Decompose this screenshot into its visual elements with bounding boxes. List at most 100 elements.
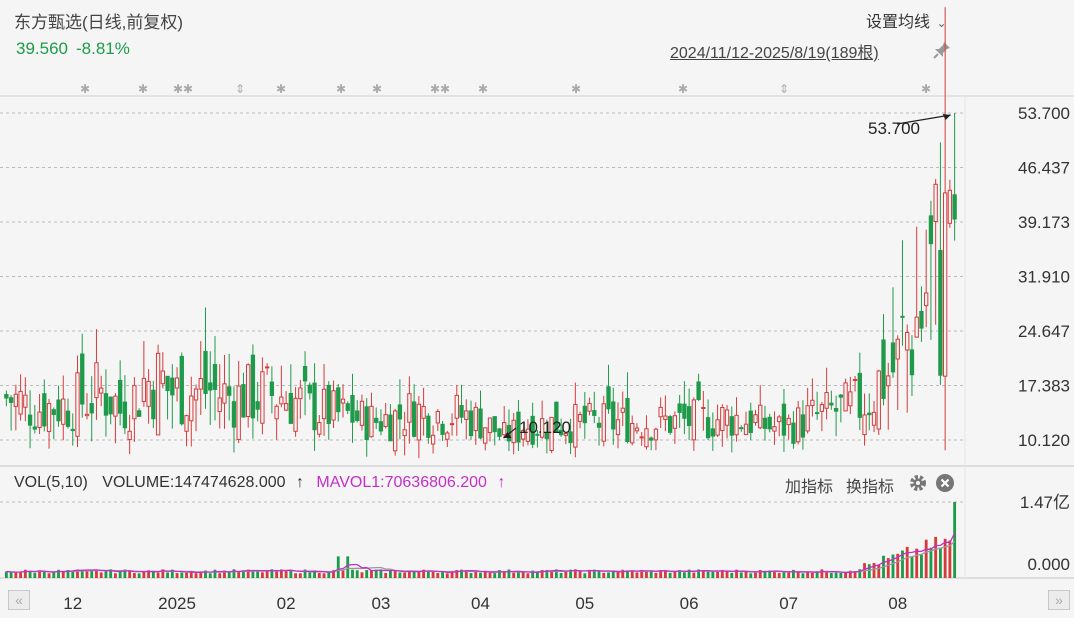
volume-bar <box>355 570 359 578</box>
close-icon[interactable] <box>935 473 955 493</box>
volume-bar <box>322 573 326 578</box>
candle <box>577 414 583 422</box>
y-tick-label: 46.437 <box>1018 158 1070 177</box>
candle <box>61 398 66 425</box>
candle <box>421 405 426 419</box>
arrow-head-icon <box>942 114 951 120</box>
volume-bar <box>441 571 444 578</box>
candle <box>122 401 128 429</box>
candle <box>449 423 455 426</box>
volume-bar <box>682 572 686 578</box>
candle <box>250 354 256 419</box>
add-indicator-button[interactable]: 加指标 <box>785 473 833 497</box>
candle <box>217 397 222 412</box>
candle <box>947 189 953 224</box>
volume-bar <box>298 573 302 578</box>
candle <box>70 428 75 432</box>
kline-chart[interactable]: 53.700 46.437 39.173 31.910 24.647 17.383 10.1… <box>0 0 1074 618</box>
volume-bar <box>829 572 833 578</box>
candle <box>18 390 23 415</box>
candle <box>933 183 938 222</box>
candle <box>312 382 317 431</box>
candle <box>397 404 403 420</box>
candle <box>686 406 692 427</box>
volume-bar <box>782 572 786 578</box>
volume-bar <box>237 571 241 578</box>
arrow-up-icon: ↑ <box>497 474 506 491</box>
volume-bar <box>308 572 312 578</box>
volume-bar <box>602 572 606 578</box>
candle <box>203 350 208 394</box>
candle <box>75 372 80 437</box>
candle <box>326 384 331 425</box>
candle <box>658 406 663 418</box>
volume-bar <box>260 572 264 578</box>
candle <box>487 417 493 434</box>
candle <box>170 377 175 396</box>
candle <box>350 394 355 423</box>
candle <box>653 428 659 441</box>
candle <box>810 399 815 407</box>
volume-bar <box>877 564 881 578</box>
volume-bar <box>42 571 46 578</box>
volume-bar <box>388 570 392 578</box>
mavol10-line <box>6 540 956 573</box>
candle <box>345 403 350 411</box>
volume-bar <box>910 556 914 578</box>
volume-bar <box>137 573 141 578</box>
volume-bar <box>796 572 800 578</box>
candle <box>824 392 829 409</box>
volume-bar <box>327 572 331 578</box>
volume-bar <box>265 570 269 578</box>
candle <box>767 416 772 430</box>
volume-bar <box>654 572 658 578</box>
candle <box>705 417 711 439</box>
candle <box>94 362 99 399</box>
volume-bar <box>71 571 75 578</box>
event-marker-icon: ✱✱ <box>430 82 450 96</box>
volume-bar <box>953 502 957 578</box>
candle <box>838 394 843 398</box>
volume-bar <box>128 570 132 578</box>
volume-bar <box>905 546 909 578</box>
candle <box>241 384 246 418</box>
candle <box>696 381 701 401</box>
swap-indicator-button[interactable]: 换指标 <box>846 473 894 497</box>
candle <box>222 383 227 404</box>
double-chevron-right-icon[interactable]: » <box>1048 590 1070 610</box>
candle <box>231 401 237 428</box>
volume-bar <box>716 571 719 578</box>
candle <box>952 194 957 220</box>
volume-bar <box>351 569 354 578</box>
candle <box>113 395 118 417</box>
event-marker-icon: ⇕ <box>235 82 245 96</box>
candle <box>317 422 322 435</box>
volume-bar <box>469 573 473 578</box>
candle <box>174 377 180 389</box>
candle <box>928 215 934 245</box>
candle <box>924 292 929 307</box>
candle <box>748 410 753 433</box>
double-chevron-left-icon[interactable]: « <box>8 590 30 610</box>
candle <box>634 427 640 432</box>
volume-bar <box>607 572 610 578</box>
volume-bar <box>52 572 56 578</box>
volume-bar <box>33 572 37 578</box>
volume-bar <box>166 572 169 578</box>
candle <box>364 406 369 441</box>
candle <box>729 416 734 436</box>
candle <box>739 427 744 430</box>
candle <box>293 397 298 432</box>
volume-bar <box>938 547 942 578</box>
volume-bar <box>507 569 511 578</box>
volume-bar <box>673 571 677 578</box>
volume-bar <box>61 571 65 578</box>
volume-bar <box>744 571 748 578</box>
candle <box>13 393 19 407</box>
gear-icon[interactable] <box>908 473 928 493</box>
candle <box>132 385 137 420</box>
candle <box>264 366 270 369</box>
candle <box>378 421 384 432</box>
candle <box>146 380 151 407</box>
candle <box>938 249 943 376</box>
